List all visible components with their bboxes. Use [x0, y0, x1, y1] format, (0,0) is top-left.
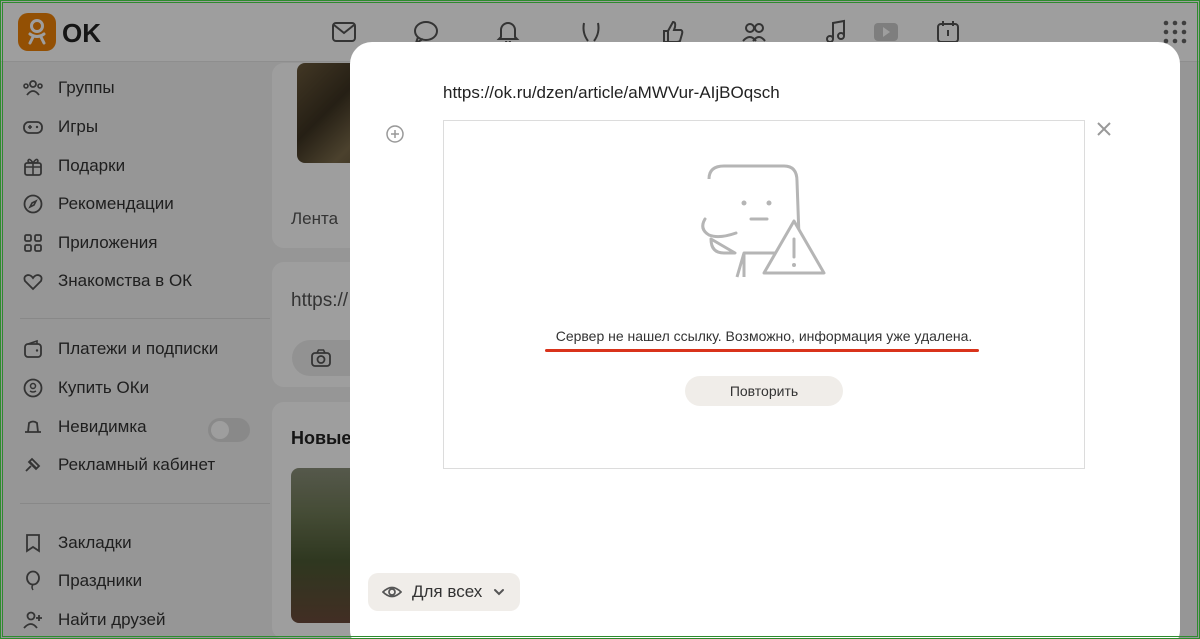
- privacy-selector[interactable]: Для всех: [368, 573, 520, 611]
- chevron-down-icon: [494, 589, 505, 596]
- error-underline: [545, 349, 979, 352]
- privacy-label: Для всех: [412, 582, 483, 601]
- add-button[interactable]: [385, 124, 405, 144]
- error-message: Сервер не нашел ссылку. Возможно, информ…: [555, 328, 973, 344]
- broken-link-illustration-icon: [701, 164, 826, 278]
- plus-circle-icon: [386, 125, 404, 143]
- link-url[interactable]: https://ok.ru/dzen/article/aMWVur-AIjBOq…: [443, 83, 780, 103]
- eye-icon: [382, 586, 402, 598]
- close-icon: [1097, 122, 1111, 136]
- share-link-modal: https://ok.ru/dzen/article/aMWVur-AIjBOq…: [350, 42, 1180, 639]
- close-preview-button[interactable]: [1095, 120, 1113, 138]
- link-preview: Сервер не нашел ссылку. Возможно, информ…: [443, 120, 1085, 469]
- retry-button[interactable]: Повторить: [685, 376, 843, 406]
